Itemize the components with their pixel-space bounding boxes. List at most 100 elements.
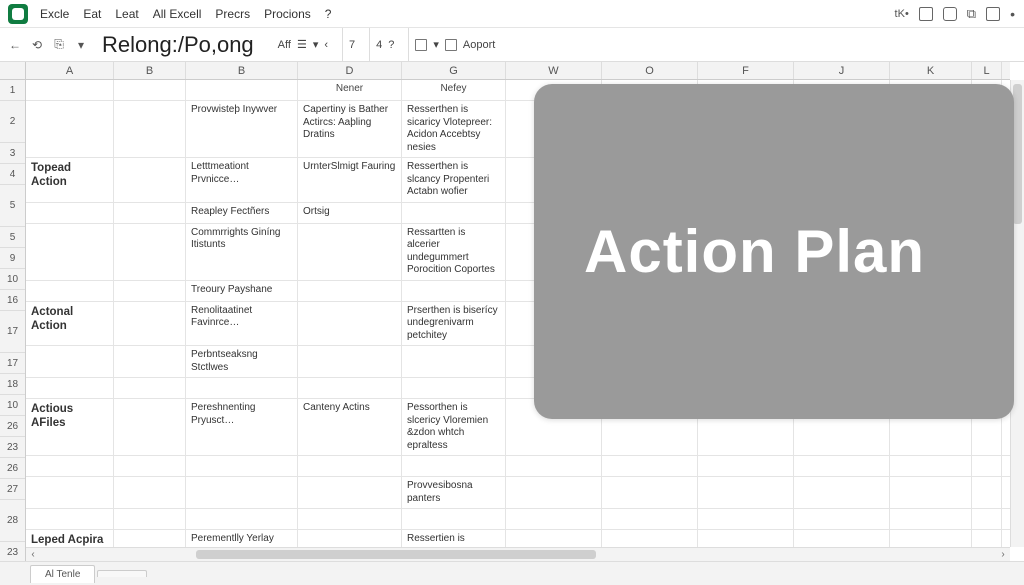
cell[interactable]: Pereshnenting Pryusct… bbox=[186, 399, 298, 455]
address-bar[interactable]: Relong:/Po,ong bbox=[102, 32, 254, 58]
cell[interactable] bbox=[972, 477, 1002, 508]
sheet-tab[interactable]: Al Tenle bbox=[30, 565, 95, 583]
scroll-thumb[interactable] bbox=[196, 550, 596, 559]
cell[interactable] bbox=[402, 346, 506, 377]
cell[interactable]: Canteny Actins bbox=[298, 399, 402, 455]
scroll-thumb[interactable] bbox=[1013, 84, 1022, 224]
scroll-left-icon[interactable]: ‹ bbox=[26, 548, 40, 561]
cell[interactable]: UrnterSlmigt Fauring bbox=[298, 158, 402, 202]
cell[interactable] bbox=[114, 158, 186, 202]
cell[interactable] bbox=[972, 530, 1002, 547]
cell[interactable] bbox=[26, 477, 114, 508]
page-icon[interactable] bbox=[415, 39, 427, 51]
col-B1[interactable]: B bbox=[114, 62, 186, 79]
scroll-right-icon[interactable]: › bbox=[996, 548, 1010, 561]
col-F[interactable]: F bbox=[698, 62, 794, 79]
row-header[interactable]: 23 bbox=[0, 437, 25, 458]
cell[interactable] bbox=[298, 530, 402, 547]
row-header[interactable]: 27 bbox=[0, 479, 25, 500]
cell[interactable] bbox=[794, 509, 890, 529]
cell[interactable]: Pessorthen is slcericy Vloremien &zdon w… bbox=[402, 399, 506, 455]
cell[interactable] bbox=[186, 509, 298, 529]
col-D[interactable]: D bbox=[298, 62, 402, 79]
cell[interactable]: Renolitaatinet Favinrce… bbox=[186, 302, 298, 346]
cell[interactable] bbox=[114, 346, 186, 377]
select-all-corner[interactable] bbox=[0, 62, 26, 79]
row-header[interactable]: 5 bbox=[0, 185, 25, 227]
cell[interactable] bbox=[26, 101, 114, 157]
num7[interactable]: 7 bbox=[349, 39, 355, 51]
cell[interactable] bbox=[506, 456, 602, 476]
cell[interactable] bbox=[298, 281, 402, 301]
page2-icon[interactable] bbox=[445, 39, 457, 51]
cell[interactable]: Treoury Payshane bbox=[186, 281, 298, 301]
col-K[interactable]: K bbox=[890, 62, 972, 79]
cell[interactable] bbox=[298, 302, 402, 346]
clip-icon[interactable]: ⎘ bbox=[52, 38, 66, 52]
refresh-icon[interactable]: ⟲ bbox=[30, 38, 44, 52]
menu-precrs[interactable]: Precrs bbox=[215, 7, 250, 21]
row-header[interactable]: 17 bbox=[0, 353, 25, 374]
new-sheet-tab[interactable] bbox=[97, 570, 147, 577]
cell[interactable] bbox=[402, 456, 506, 476]
cell[interactable] bbox=[298, 509, 402, 529]
row-header[interactable]: 10 bbox=[0, 269, 25, 290]
menu-eat[interactable]: Eat bbox=[83, 7, 101, 21]
share-icon[interactable]: ⧉ bbox=[967, 6, 976, 22]
cell[interactable] bbox=[602, 509, 698, 529]
cell[interactable] bbox=[698, 456, 794, 476]
aff-label[interactable]: Aff bbox=[278, 39, 291, 51]
cell[interactable] bbox=[26, 80, 114, 100]
row-header[interactable]: 18 bbox=[0, 374, 25, 395]
cell[interactable] bbox=[402, 509, 506, 529]
row-header[interactable]: 4 bbox=[0, 164, 25, 185]
cell[interactable] bbox=[26, 456, 114, 476]
menu-excle[interactable]: Excle bbox=[40, 7, 69, 21]
row-header[interactable]: 17 bbox=[0, 311, 25, 353]
cell[interactable]: Letttmeationt Prvnicce… bbox=[186, 158, 298, 202]
cell[interactable] bbox=[602, 530, 698, 547]
cell[interactable] bbox=[26, 224, 114, 280]
cell[interactable] bbox=[890, 530, 972, 547]
cell[interactable] bbox=[114, 224, 186, 280]
cell[interactable]: Prserthen is biserícy undegrenivarm petc… bbox=[402, 302, 506, 346]
cell[interactable] bbox=[402, 378, 506, 398]
excel-app-icon[interactable] bbox=[8, 4, 28, 24]
cell[interactable]: Provwisteþ Inywver bbox=[186, 101, 298, 157]
cell[interactable] bbox=[26, 509, 114, 529]
cell[interactable]: Reapley Fectñers bbox=[186, 203, 298, 223]
cell[interactable] bbox=[402, 281, 506, 301]
col-J[interactable]: J bbox=[794, 62, 890, 79]
cell[interactable] bbox=[114, 530, 186, 547]
back-icon[interactable]: ← bbox=[8, 38, 22, 52]
menu-leat[interactable]: Leat bbox=[115, 7, 138, 21]
cell[interactable] bbox=[890, 456, 972, 476]
cell[interactable] bbox=[698, 530, 794, 547]
cell[interactable]: Resserthen is slcancy Propenteri Actabn … bbox=[402, 158, 506, 202]
grid-icon[interactable] bbox=[986, 7, 1000, 21]
cell[interactable] bbox=[114, 399, 186, 455]
cell[interactable] bbox=[298, 378, 402, 398]
caret2-icon[interactable]: ▾ bbox=[433, 38, 439, 51]
col-O[interactable]: O bbox=[602, 62, 698, 79]
cell[interactable]: Provvesibosna panters bbox=[402, 477, 506, 508]
cell[interactable] bbox=[114, 203, 186, 223]
horizontal-scrollbar[interactable]: ‹ › bbox=[26, 547, 1010, 561]
cell[interactable] bbox=[890, 477, 972, 508]
cell[interactable] bbox=[26, 203, 114, 223]
cell[interactable] bbox=[972, 456, 1002, 476]
row-header[interactable]: 10 bbox=[0, 395, 25, 416]
num4[interactable]: 4 bbox=[376, 39, 382, 51]
col-W[interactable]: W bbox=[506, 62, 602, 79]
row-header[interactable]: 26 bbox=[0, 458, 25, 479]
list-icon[interactable]: ☰ bbox=[297, 38, 307, 51]
cell[interactable]: Commrrights Giníng Itistunts bbox=[186, 224, 298, 280]
cell[interactable] bbox=[26, 281, 114, 301]
cell[interactable] bbox=[298, 456, 402, 476]
cell[interactable] bbox=[26, 346, 114, 377]
section-actious[interactable]: Actious AFiles bbox=[26, 399, 114, 455]
doc-icon[interactable]: ▾ bbox=[74, 38, 88, 52]
row-header[interactable]: 9 bbox=[0, 248, 25, 269]
cell[interactable] bbox=[794, 530, 890, 547]
cell[interactable] bbox=[794, 477, 890, 508]
